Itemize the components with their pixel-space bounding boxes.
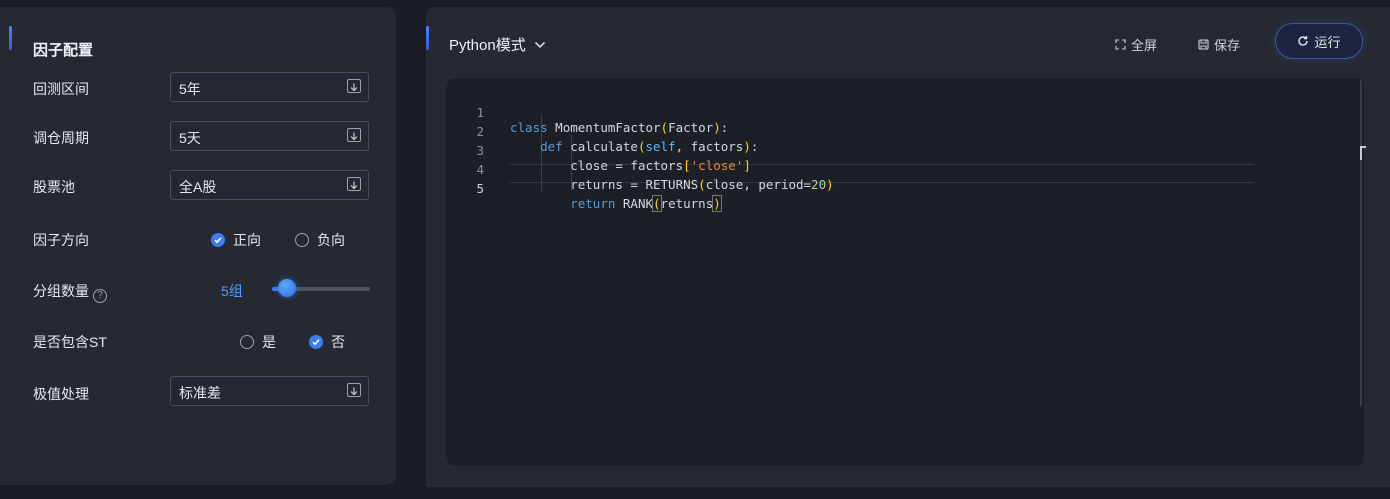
- rebalance-period-label: 调仓周期: [33, 130, 89, 146]
- chevron-down-icon: [347, 177, 361, 191]
- group-count-value: 5组: [221, 283, 243, 299]
- direction-positive-label: 正向: [233, 232, 261, 248]
- keyword: return: [570, 196, 616, 211]
- panel-accent-bar: [9, 26, 12, 50]
- check-icon: [211, 233, 225, 247]
- chevron-down-icon: [347, 383, 361, 397]
- bracket: ): [743, 139, 751, 154]
- code-line: 1 class MomentumFactor(Factor):: [446, 90, 728, 135]
- check-icon: [309, 335, 323, 349]
- include-st-yes-radio[interactable]: 是: [240, 332, 276, 352]
- identifier: returns = RETURNS: [570, 177, 699, 192]
- bracket: (: [698, 177, 706, 192]
- identifier: calculate: [562, 139, 638, 154]
- bracket: ]: [743, 158, 751, 173]
- self-keyword: self: [645, 139, 676, 154]
- refresh-icon: [1298, 36, 1309, 46]
- group-count-label: 分组数量?: [33, 281, 107, 303]
- chevron-down-icon: [347, 128, 361, 142]
- identifier: close, period=: [705, 177, 812, 192]
- keyword: def: [540, 139, 563, 154]
- outlier-handling-value: 标准差: [179, 385, 221, 401]
- run-label: 运行: [1314, 34, 1341, 50]
- radio-circle-icon: [295, 233, 309, 247]
- fullscreen-label: 全屏: [1131, 38, 1158, 53]
- panel-accent-bar: [426, 26, 429, 50]
- line-content: return RANK(returns): [510, 195, 722, 212]
- code-editor[interactable]: 1 class MomentumFactor(Factor): 2 def ca…: [446, 78, 1364, 466]
- bracket: ): [826, 177, 834, 192]
- backtest-period-value: 5年: [179, 81, 201, 97]
- code-editor-panel: Python模式 全屏 保存 运行 1 class MomentumFactor…: [426, 7, 1390, 487]
- radio-circle-icon: [240, 335, 254, 349]
- line-content: returns = RETURNS(close, period=20): [510, 177, 834, 192]
- identifier: close = factors: [570, 158, 684, 173]
- number-literal: 20: [811, 177, 827, 192]
- include-st-no-label: 否: [331, 334, 345, 350]
- save-label: 保存: [1214, 38, 1241, 53]
- keyword: class: [510, 120, 548, 135]
- stock-pool-value: 全A股: [179, 179, 217, 195]
- group-count-slider-thumb[interactable]: [277, 279, 296, 297]
- identifier: RANK: [615, 196, 654, 211]
- include-st-label: 是否包含ST: [33, 334, 107, 350]
- identifier: returns: [660, 196, 714, 211]
- include-st-no-radio[interactable]: 否: [309, 332, 345, 352]
- code-line: 4 returns = RETURNS(close, period=20): [446, 147, 833, 192]
- code-line: 2 def calculate(self, factors):: [446, 109, 758, 154]
- include-st-yes-label: 是: [262, 334, 276, 350]
- panel-title: 因子配置: [33, 42, 94, 59]
- backtest-period-select[interactable]: 5年: [170, 72, 369, 102]
- string-literal: 'close': [690, 158, 744, 173]
- code-line: 3 close = factors['close']: [446, 128, 750, 173]
- run-button[interactable]: 运行: [1275, 23, 1363, 59]
- editor-scrollbar[interactable]: [1360, 80, 1362, 406]
- save-button[interactable]: 保存: [1198, 35, 1240, 54]
- chevron-down-icon: [534, 36, 546, 53]
- punctuation: :: [720, 120, 729, 135]
- line-content: def calculate(self, factors):: [510, 139, 758, 154]
- identifier: MomentumFactor: [547, 120, 661, 135]
- bracket: [: [683, 158, 691, 173]
- line-content: close = factors['close']: [510, 158, 751, 173]
- outlier-handling-label: 极值处理: [33, 386, 89, 402]
- stock-pool-label: 股票池: [33, 179, 75, 195]
- stock-pool-select[interactable]: 全A股: [170, 170, 369, 200]
- punctuation: :: [750, 139, 759, 154]
- bracket: ): [713, 120, 721, 135]
- chevron-down-icon: [347, 79, 361, 93]
- factor-direction-label: 因子方向: [33, 232, 89, 248]
- group-count-label-text: 分组数量: [33, 283, 89, 299]
- code-line: 5 return RANK(returns): [446, 166, 722, 212]
- bracket: (: [652, 195, 662, 212]
- line-number: 5: [476, 181, 484, 196]
- rebalance-period-value: 5天: [179, 130, 201, 146]
- outlier-handling-select[interactable]: 标准差: [170, 376, 369, 406]
- resize-handle-icon[interactable]: [1360, 146, 1366, 160]
- help-icon[interactable]: ?: [93, 288, 107, 303]
- backtest-period-label: 回测区间: [33, 81, 89, 97]
- identifier: , factors: [675, 139, 744, 154]
- bracket: (: [660, 120, 669, 135]
- identifier: Factor: [668, 120, 714, 135]
- bracket: ): [712, 195, 722, 212]
- rebalance-period-select[interactable]: 5天: [170, 121, 369, 151]
- line-content: class MomentumFactor(Factor):: [510, 120, 728, 135]
- direction-positive-radio[interactable]: 正向: [211, 230, 261, 250]
- save-icon: [1198, 39, 1209, 50]
- mode-select-value: Python模式: [449, 37, 526, 54]
- fullscreen-icon: [1115, 39, 1126, 50]
- fullscreen-button[interactable]: 全屏: [1115, 35, 1157, 54]
- direction-negative-radio[interactable]: 负向: [295, 230, 345, 250]
- mode-select[interactable]: Python模式: [449, 34, 546, 55]
- direction-negative-label: 负向: [317, 232, 345, 248]
